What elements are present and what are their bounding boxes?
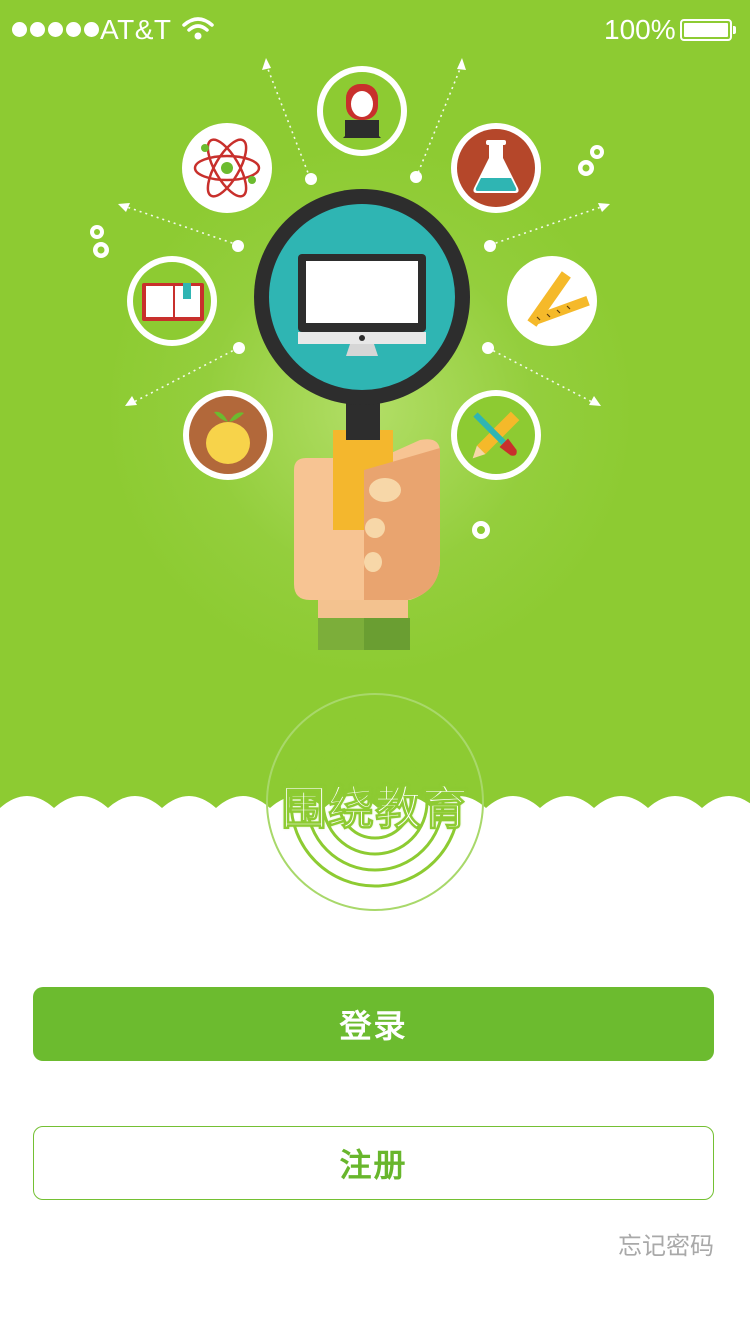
flask-icon xyxy=(451,123,541,213)
ruler-icon xyxy=(507,256,597,346)
pencil-brush-icon xyxy=(451,390,541,480)
brand-name: 围绕教育 xyxy=(281,781,469,836)
battery-icon xyxy=(680,19,736,41)
battery-percent: 100% xyxy=(604,14,676,45)
apple-icon xyxy=(183,390,273,480)
atom-icon xyxy=(182,123,272,213)
status-bar: AT&T 100% xyxy=(0,0,750,60)
brand-logo: 围绕教育 xyxy=(265,692,485,912)
carrier-name: AT&T xyxy=(100,14,172,45)
book-icon xyxy=(127,256,217,346)
wifi-icon xyxy=(182,17,214,40)
register-button[interactable]: 注册 xyxy=(33,1126,714,1200)
magnifier-monitor-icon xyxy=(254,189,470,440)
teacher-icon xyxy=(317,66,407,156)
hand-illustration xyxy=(294,430,440,650)
login-button[interactable]: 登录 xyxy=(33,987,714,1061)
signal-strength-icon xyxy=(12,22,99,37)
forgot-password-link[interactable]: 忘记密码 xyxy=(618,1226,714,1261)
